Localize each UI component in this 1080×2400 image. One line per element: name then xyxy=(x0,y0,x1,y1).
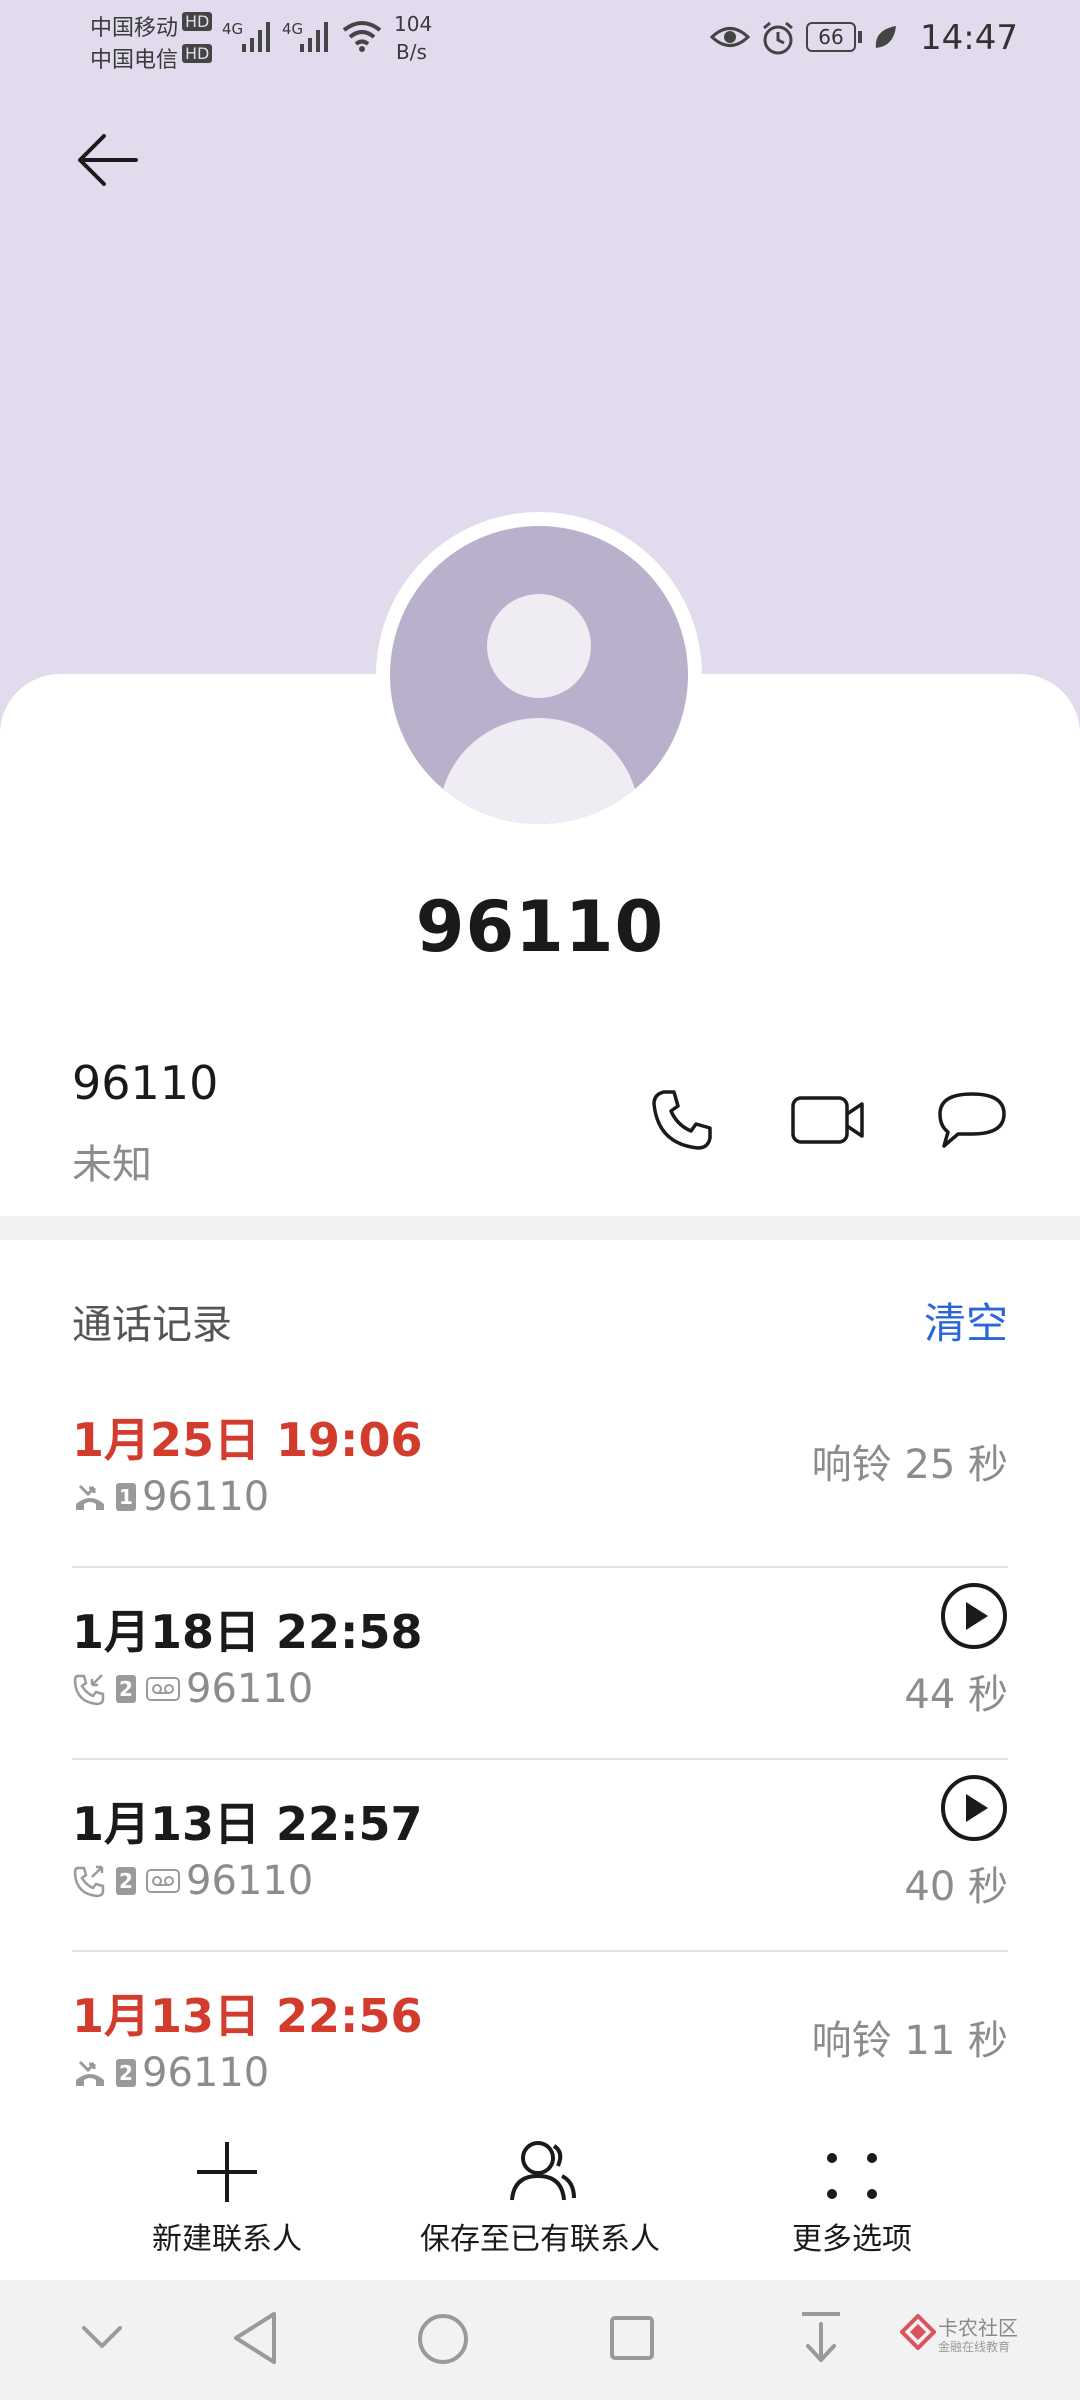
new-contact-button[interactable]: 新建联系人 xyxy=(47,2096,407,2276)
phone-icon[interactable] xyxy=(650,1088,714,1152)
contact-title: 96110 xyxy=(415,886,665,968)
watermark-icon xyxy=(900,2314,936,2350)
system-nav-bar: 卡农社区 金融在线教育 xyxy=(0,2280,1080,2400)
avatar xyxy=(390,526,688,824)
alarm-icon xyxy=(763,21,793,55)
sim-badge: 2 xyxy=(116,2059,136,2087)
bottom-action-bar: 新建联系人 保存至已有联系人 更多选项 xyxy=(0,2096,1080,2276)
avatar-body-shape xyxy=(439,718,639,824)
call-number: 96110 xyxy=(186,1858,314,1904)
call-log-row[interactable]: 1月13日 22:57 2 96110 40 秒 xyxy=(72,1760,1008,1952)
phone-number: 96110 xyxy=(72,1056,219,1110)
call-date: 1月18日 22:58 xyxy=(72,1605,423,1659)
watermark-brand: 卡农社区 xyxy=(938,2316,1018,2340)
clear-button[interactable]: 清空 xyxy=(924,1290,1008,1351)
signal-icon xyxy=(300,22,328,52)
contact-icon xyxy=(510,2141,576,2201)
hd-badge: HD xyxy=(182,12,213,31)
call-log-row[interactable]: 1月25日 19:06 1 96110 响铃 25 秒 xyxy=(72,1376,1008,1568)
call-meta: 2 96110 xyxy=(72,1856,313,1906)
call-duration: 44 秒 xyxy=(904,1672,1008,1718)
plus-icon xyxy=(197,2142,257,2202)
watermark-tagline: 金融在线教育 xyxy=(938,2340,1011,2354)
wifi-icon xyxy=(342,21,382,52)
sim-badge: 1 xyxy=(116,1483,136,1511)
voicemail-icon xyxy=(146,1869,180,1893)
missed-call-icon xyxy=(76,1484,104,1510)
battery-level: 66 xyxy=(818,25,844,49)
clock: 14:47 xyxy=(920,18,1018,58)
section-divider xyxy=(0,1216,1080,1240)
nav-recents-icon[interactable] xyxy=(608,2314,656,2362)
signal-icon xyxy=(242,22,270,52)
sim-badge: 2 xyxy=(116,1675,136,1703)
watermark-logo: 卡农社区 金融在线教育 xyxy=(900,2308,1020,2368)
hd-badge: HD xyxy=(182,44,213,63)
video-call-icon[interactable] xyxy=(790,1090,866,1150)
call-log-row[interactable]: 1月18日 22:58 2 96110 44 秒 xyxy=(72,1568,1008,1760)
call-duration: 40 秒 xyxy=(904,1864,1008,1910)
call-number: 96110 xyxy=(142,2050,270,2096)
save-to-existing-button[interactable]: 保存至已有联系人 xyxy=(360,2096,720,2276)
incoming-call-icon xyxy=(73,1674,105,1706)
number-location: 未知 xyxy=(72,1142,152,1188)
leaf-icon xyxy=(875,26,896,48)
play-icon[interactable] xyxy=(940,1582,1008,1650)
call-number: 96110 xyxy=(186,1666,314,1712)
outgoing-call-icon xyxy=(73,1865,105,1898)
call-duration: 响铃 25 秒 xyxy=(811,1442,1008,1488)
carrier-1: 中国移动 xyxy=(90,16,179,41)
nav-home-icon[interactable] xyxy=(416,2312,470,2366)
call-date: 1月13日 22:57 xyxy=(72,1797,423,1851)
more-options-label: 更多选项 xyxy=(792,2222,912,2257)
carrier-2: 中国电信 xyxy=(90,48,179,73)
call-duration: 响铃 11 秒 xyxy=(811,2018,1008,2064)
sim-badge: 2 xyxy=(116,1867,136,1895)
nav-download-icon[interactable] xyxy=(798,2310,844,2366)
battery-icon: 66 xyxy=(806,22,856,52)
call-meta: 2 96110 xyxy=(72,1664,313,1714)
back-arrow-icon[interactable] xyxy=(72,130,142,190)
call-meta: 1 96110 xyxy=(72,1472,269,1522)
net-speed-value: 104 xyxy=(394,12,433,36)
eye-icon xyxy=(710,27,750,47)
avatar-head-shape xyxy=(487,594,591,698)
call-meta: 2 96110 xyxy=(72,2048,269,2098)
call-number: 96110 xyxy=(142,1474,270,1520)
battery-tip xyxy=(858,31,862,43)
voicemail-icon xyxy=(146,1677,180,1701)
more-options-button[interactable]: 更多选项 xyxy=(672,2096,1032,2276)
missed-call-icon xyxy=(76,2060,104,2086)
play-icon[interactable] xyxy=(940,1774,1008,1842)
call-date: 1月13日 22:56 xyxy=(72,1989,423,2043)
more-dots-icon xyxy=(827,2153,877,2199)
net-speed-unit: B/s xyxy=(396,40,427,64)
nav-back-icon[interactable] xyxy=(230,2310,280,2366)
call-log-title: 通话记录 xyxy=(72,1302,232,1348)
save-to-existing-label: 保存至已有联系人 xyxy=(420,2222,660,2257)
message-icon[interactable] xyxy=(936,1090,1008,1152)
new-contact-label: 新建联系人 xyxy=(152,2222,302,2257)
call-date: 1月25日 19:06 xyxy=(72,1413,423,1467)
nav-collapse-icon[interactable] xyxy=(80,2322,124,2352)
